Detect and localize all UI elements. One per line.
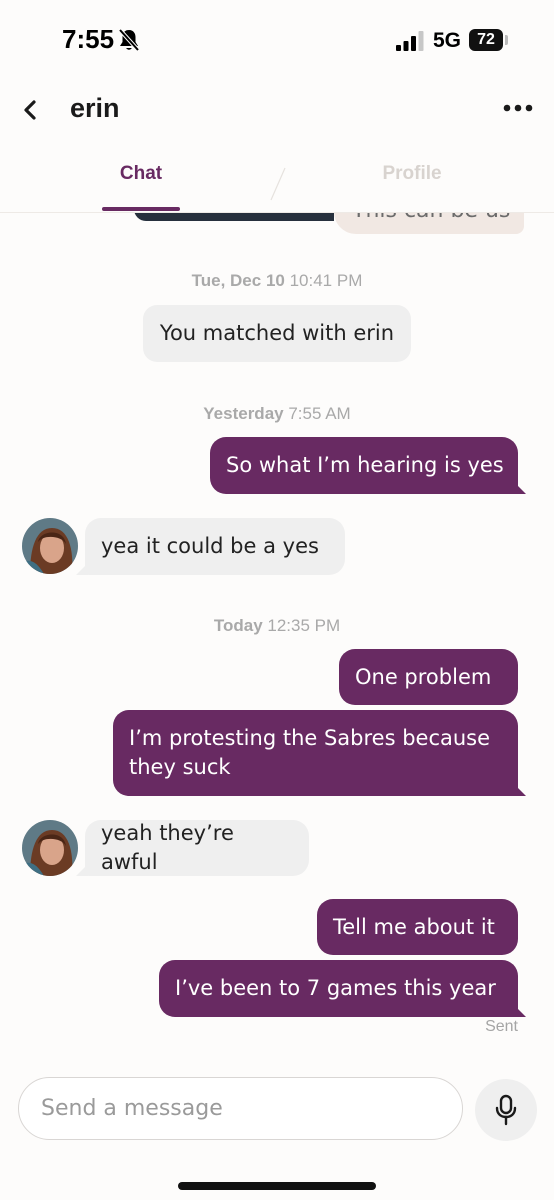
bubble-tail xyxy=(514,1005,526,1017)
timestamp-day: Yesterday xyxy=(203,404,284,423)
signal-icon xyxy=(396,31,424,51)
message-text: Tell me about it xyxy=(333,914,495,939)
active-tab-indicator xyxy=(102,207,180,211)
message-text: yeah they’re awful xyxy=(101,821,234,874)
tab-bar: Chat Profile xyxy=(0,150,554,213)
tab-profile[interactable]: Profile xyxy=(360,150,464,210)
status-time: 7:55 xyxy=(62,24,115,54)
battery-level: 72 xyxy=(477,31,495,48)
home-indicator xyxy=(178,1182,376,1190)
bell-off-icon xyxy=(118,28,140,52)
timestamp-time: 12:35 PM xyxy=(267,616,341,635)
system-message: You matched with erin xyxy=(143,305,411,362)
timestamp-yesterday: Yesterday 7:55 AM xyxy=(0,404,554,424)
battery-icon: 72 xyxy=(469,29,503,51)
timestamp-today: Today 12:35 PM xyxy=(0,616,554,636)
mic-button[interactable] xyxy=(475,1079,537,1141)
avatar-photo xyxy=(22,518,78,574)
timestamp-matched: Tue, Dec 10 10:41 PM xyxy=(0,271,554,291)
timestamp-day: Today xyxy=(213,616,263,635)
bubble-tail xyxy=(514,784,526,796)
message-text: So what I’m hearing is yes xyxy=(226,453,504,477)
network-label: 5G xyxy=(433,29,462,52)
message-bubble-incoming[interactable]: yeah they’re awful xyxy=(85,820,309,876)
more-dots-icon[interactable] xyxy=(500,94,536,122)
timestamp-day: Tue, Dec 10 xyxy=(191,271,285,290)
message-text: I’m protesting the Sabres because they s… xyxy=(129,726,491,779)
timestamp-time: 7:55 AM xyxy=(288,404,351,423)
message-bubble-outgoing[interactable]: I’ve been to 7 games this year xyxy=(159,960,518,1017)
message-bubble-incoming[interactable]: yea it could be a yes xyxy=(85,518,345,575)
tab-chat[interactable]: Chat xyxy=(102,150,180,210)
contact-name[interactable]: erin xyxy=(70,93,120,124)
avatar[interactable] xyxy=(22,518,78,574)
bubble-tail xyxy=(514,482,526,494)
message-bubble-outgoing[interactable]: So what I’m hearing is yes xyxy=(210,437,518,494)
chat-header: erin xyxy=(0,80,554,140)
message-text: One problem xyxy=(355,664,492,689)
battery-tip xyxy=(505,35,508,45)
message-bubble-outgoing[interactable]: Tell me about it xyxy=(317,899,518,955)
microphone-icon xyxy=(495,1094,517,1126)
message-input[interactable] xyxy=(18,1077,463,1140)
message-bubble-outgoing[interactable]: One problem xyxy=(339,649,518,705)
bubble-tail xyxy=(76,563,88,575)
status-bar: 7:55 5G 72 xyxy=(0,0,554,80)
message-bubble-outgoing[interactable]: I’m protesting the Sabres because they s… xyxy=(113,710,518,796)
avatar-photo xyxy=(22,820,78,876)
tab-divider xyxy=(270,167,286,201)
timestamp-time: 10:41 PM xyxy=(289,271,363,290)
back-chevron-icon[interactable] xyxy=(14,92,48,128)
message-text: I’ve been to 7 games this year xyxy=(175,976,496,1000)
chat-screen: 7:55 5G 72 erin This xyxy=(0,0,554,1200)
composer-bar xyxy=(0,1050,554,1200)
bubble-tail xyxy=(76,864,88,876)
message-text: yea it could be a yes xyxy=(101,534,319,558)
delivery-status: Sent xyxy=(485,1018,518,1035)
avatar[interactable] xyxy=(22,820,78,876)
